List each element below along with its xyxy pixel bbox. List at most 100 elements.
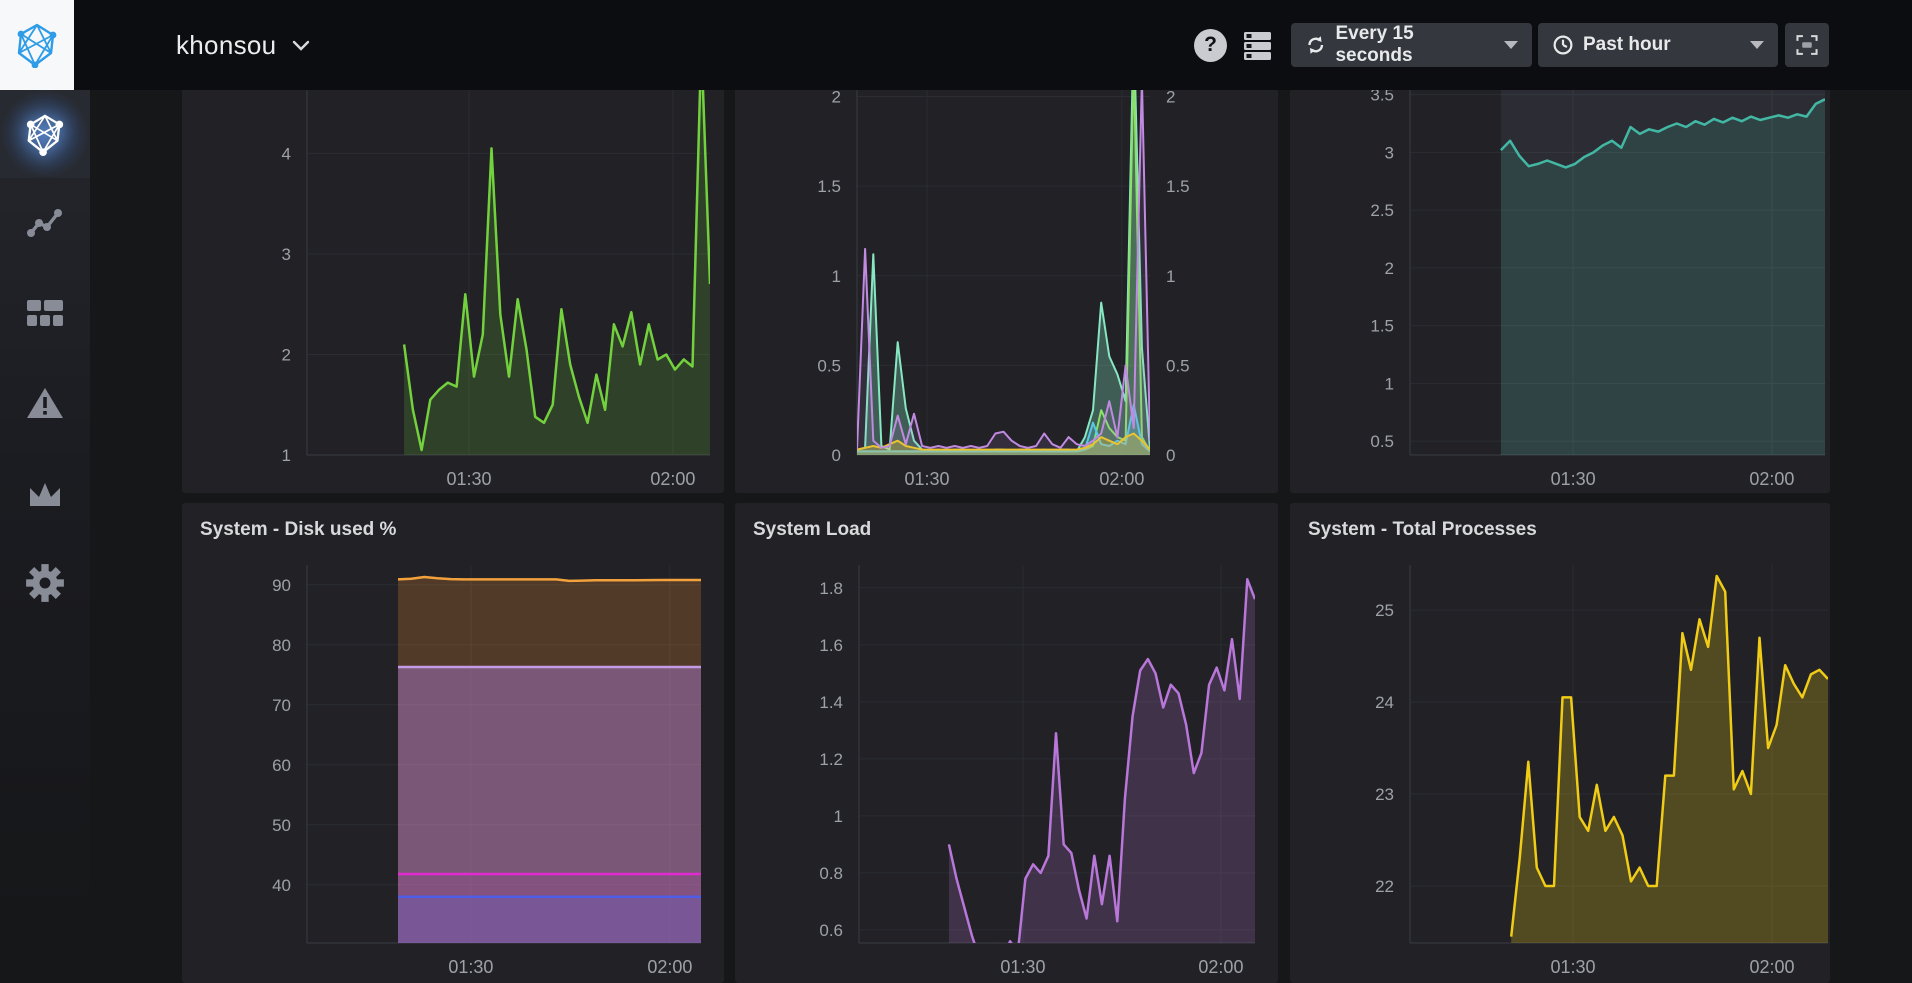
x-axis-label: 01:30	[1551, 469, 1596, 489]
y-axis-label: 1.2	[819, 750, 843, 769]
panel-system-disk-used[interactable]: System - Disk used % 40506070809001:3002…	[182, 503, 724, 983]
y-axis-label: 2	[1385, 259, 1394, 278]
x-axis-label: 02:00	[1749, 957, 1794, 977]
y-axis-label-right: 1.5	[1166, 177, 1190, 196]
x-axis-label: 01:30	[448, 957, 493, 977]
x-axis-label: 02:00	[647, 957, 692, 977]
time-range-label: Past hour	[1583, 34, 1671, 56]
panel-system-load[interactable]: System Load 0.6 0.8 1 1.2 1.4 1.6 1.8 01:30 02:0…	[735, 503, 1278, 983]
panel-title[interactable]: System Load	[735, 503, 1278, 551]
panel-row1-col1[interactable]: 1 2 3 4 01:30 02:00	[182, 38, 724, 493]
y-axis-label: 90	[272, 576, 291, 595]
series-area-blue	[398, 897, 701, 943]
y-axis-label: 50	[272, 816, 291, 835]
help-label: ?	[1204, 33, 1217, 57]
y-axis-label: 2.5	[1370, 201, 1394, 220]
chart-canvas[interactable]: 000.50.5111.51.52201:3002:00	[735, 38, 1278, 493]
y-axis-label: 23	[1375, 785, 1394, 804]
y-axis-label: 1.5	[817, 177, 841, 196]
chevron-down-icon	[292, 40, 310, 51]
sidebar	[0, 90, 90, 922]
y-axis-label-right: 2	[1166, 88, 1175, 107]
y-axis-label: 0.6	[819, 921, 843, 940]
y-axis-label-right: 0.5	[1166, 356, 1190, 375]
x-axis-label: 02:00	[1099, 469, 1144, 489]
y-axis-label: 40	[272, 876, 291, 895]
y-axis-label: 3	[282, 245, 291, 264]
series-area-mint	[857, 38, 1150, 455]
chart-canvas[interactable]: 0.511.522.533.501:3002:00	[1290, 38, 1830, 493]
navbar-controls: ? Every 15 seconds	[1194, 0, 1829, 90]
y-axis-label: 70	[272, 696, 291, 715]
x-axis-label: 02:00	[650, 469, 695, 489]
panel-title[interactable]: System - Disk used %	[182, 503, 724, 551]
y-axis-label: 0.5	[817, 356, 841, 375]
refresh-icon	[1305, 34, 1326, 56]
refresh-interval-button[interactable]: Every 15 seconds	[1291, 23, 1532, 67]
y-axis-label: 3	[1385, 143, 1394, 162]
panel-list-icon	[1241, 29, 1274, 62]
chart-canvas[interactable]: 0.6 0.8 1 1.2 1.4 1.6 1.8 01:30 02:00	[735, 503, 1278, 983]
cycle-view-mode-button[interactable]	[1241, 29, 1274, 62]
time-range-button[interactable]: Past hour	[1538, 23, 1778, 67]
series-area-purple	[949, 579, 1255, 967]
y-axis-label: 0.5	[1370, 432, 1394, 451]
fullscreen-button[interactable]	[1785, 23, 1829, 67]
y-axis-label: 1.4	[819, 693, 843, 712]
y-axis-label: 2	[832, 88, 841, 107]
y-axis-label: 0.8	[819, 864, 843, 883]
polyhedron-logo-icon	[14, 22, 60, 68]
x-axis-label: 01:30	[446, 469, 491, 489]
y-axis-label: 0	[832, 446, 841, 465]
dashboard-title-menu[interactable]: khonsou	[176, 0, 310, 90]
panel-row1-col2[interactable]: 000.50.5111.51.52201:3002:00	[735, 38, 1278, 493]
sidebar-item-alerting[interactable]	[0, 358, 90, 448]
x-axis-label: 02:00	[1749, 469, 1794, 489]
panel-row1-col3[interactable]: 0.511.522.533.501:3002:00	[1290, 38, 1830, 493]
y-axis-label: 1	[834, 807, 843, 826]
y-axis-label: 1.8	[819, 579, 843, 598]
network-polyhedron-icon	[23, 112, 67, 156]
y-axis-label: 25	[1375, 601, 1394, 620]
caret-down-icon	[1750, 41, 1764, 49]
sidebar-item-plugins[interactable]	[0, 448, 90, 538]
graph-line-icon	[26, 206, 64, 240]
chart-canvas[interactable]: 40506070809001:3002:00	[182, 503, 724, 983]
top-navbar: khonsou ? Every 15 sec	[0, 0, 1912, 90]
y-axis-label: 1	[832, 267, 841, 286]
y-axis-label: 1.6	[819, 636, 843, 655]
sidebar-item-explore[interactable]	[0, 178, 90, 268]
alert-triangle-icon	[25, 385, 65, 421]
y-axis-label: 1	[1385, 374, 1394, 393]
y-axis-label: 4	[282, 144, 291, 163]
panel-title[interactable]: System - Total Processes	[1290, 503, 1830, 551]
x-axis-label: 01:30	[1000, 957, 1045, 977]
dashboards-grid-icon	[26, 299, 64, 327]
y-axis-label: 1.5	[1370, 317, 1394, 336]
y-axis-label: 1	[282, 446, 291, 465]
series-area-green	[404, 43, 710, 455]
sidebar-item-home[interactable]	[0, 90, 90, 178]
kiosk-mode-icon	[1792, 30, 1822, 60]
sidebar-item-dashboards[interactable]	[0, 268, 90, 358]
help-button[interactable]: ?	[1194, 29, 1227, 62]
app-logo[interactable]	[0, 0, 74, 90]
refresh-interval-label: Every 15 seconds	[1335, 23, 1492, 67]
y-axis-label: 2	[282, 345, 291, 364]
x-axis-label: 02:00	[1198, 957, 1243, 977]
gear-icon	[24, 562, 66, 604]
y-axis-label: 24	[1375, 693, 1394, 712]
y-axis-label: 60	[272, 756, 291, 775]
crown-icon	[26, 478, 64, 508]
chart-canvas[interactable]: 22 23 24 25 01:30 02:00	[1290, 503, 1830, 983]
sidebar-item-configuration[interactable]	[0, 538, 90, 628]
y-axis-label-right: 0	[1166, 446, 1175, 465]
panel-system-total-processes[interactable]: System - Total Processes 22 23 24 25 01:30 02…	[1290, 503, 1830, 983]
x-axis-label: 01:30	[905, 469, 950, 489]
caret-down-icon	[1504, 41, 1518, 49]
dashboard-title: khonsou	[176, 30, 276, 61]
chart-canvas[interactable]: 1 2 3 4 01:30 02:00	[182, 38, 724, 493]
y-axis-label: 22	[1375, 877, 1394, 896]
x-axis-label: 01:30	[1550, 957, 1595, 977]
clock-icon	[1552, 34, 1574, 56]
